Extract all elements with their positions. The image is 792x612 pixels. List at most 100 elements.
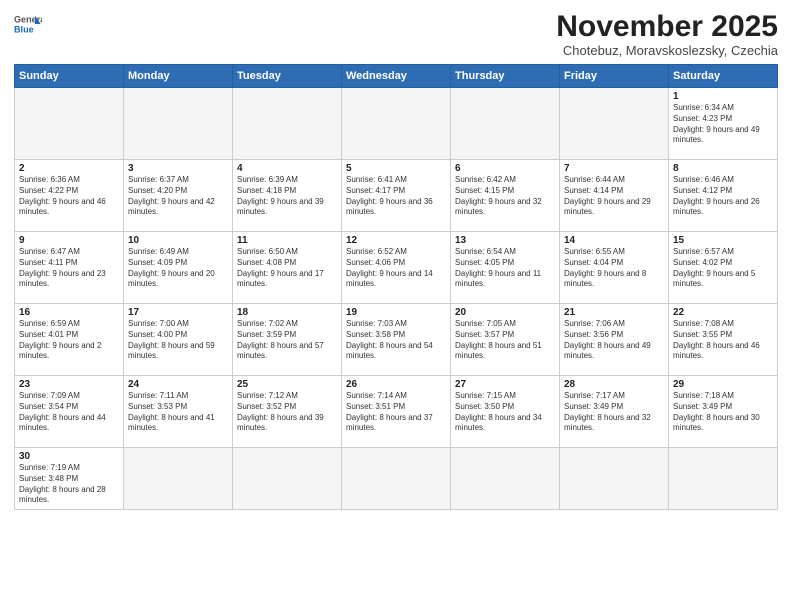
day-info: Sunrise: 6:46 AM Sunset: 4:12 PM Dayligh…	[673, 175, 773, 218]
title-block: November 2025 Chotebuz, Moravskoslezsky,…	[556, 10, 778, 58]
table-row: 17Sunrise: 7:00 AM Sunset: 4:00 PM Dayli…	[124, 304, 233, 376]
table-row: 18Sunrise: 7:02 AM Sunset: 3:59 PM Dayli…	[233, 304, 342, 376]
day-number: 10	[128, 235, 228, 246]
day-number: 23	[19, 379, 119, 390]
day-number: 12	[346, 235, 446, 246]
day-number: 9	[19, 235, 119, 246]
table-row	[560, 88, 669, 160]
calendar-header: Sunday Monday Tuesday Wednesday Thursday…	[15, 65, 778, 88]
day-info: Sunrise: 6:36 AM Sunset: 4:22 PM Dayligh…	[19, 175, 119, 218]
table-row: 28Sunrise: 7:17 AM Sunset: 3:49 PM Dayli…	[560, 376, 669, 448]
col-friday: Friday	[560, 65, 669, 88]
day-info: Sunrise: 7:03 AM Sunset: 3:58 PM Dayligh…	[346, 319, 446, 362]
table-row	[124, 448, 233, 510]
table-row: 27Sunrise: 7:15 AM Sunset: 3:50 PM Dayli…	[451, 376, 560, 448]
table-row	[669, 448, 778, 510]
day-number: 25	[237, 379, 337, 390]
table-row: 26Sunrise: 7:14 AM Sunset: 3:51 PM Dayli…	[342, 376, 451, 448]
day-info: Sunrise: 6:44 AM Sunset: 4:14 PM Dayligh…	[564, 175, 664, 218]
table-row: 23Sunrise: 7:09 AM Sunset: 3:54 PM Dayli…	[15, 376, 124, 448]
svg-text:Blue: Blue	[14, 24, 34, 34]
day-info: Sunrise: 6:39 AM Sunset: 4:18 PM Dayligh…	[237, 175, 337, 218]
table-row: 29Sunrise: 7:18 AM Sunset: 3:49 PM Dayli…	[669, 376, 778, 448]
table-row: 4Sunrise: 6:39 AM Sunset: 4:18 PM Daylig…	[233, 160, 342, 232]
day-number: 29	[673, 379, 773, 390]
month-title: November 2025	[556, 10, 778, 43]
day-info: Sunrise: 6:54 AM Sunset: 4:05 PM Dayligh…	[455, 247, 555, 290]
table-row: 21Sunrise: 7:06 AM Sunset: 3:56 PM Dayli…	[560, 304, 669, 376]
day-number: 15	[673, 235, 773, 246]
table-row	[451, 448, 560, 510]
page: General Blue November 2025 Chotebuz, Mor…	[0, 0, 792, 612]
day-info: Sunrise: 6:37 AM Sunset: 4:20 PM Dayligh…	[128, 175, 228, 218]
day-info: Sunrise: 6:47 AM Sunset: 4:11 PM Dayligh…	[19, 247, 119, 290]
day-info: Sunrise: 6:34 AM Sunset: 4:23 PM Dayligh…	[673, 103, 773, 146]
table-row: 30Sunrise: 7:19 AM Sunset: 3:48 PM Dayli…	[15, 448, 124, 510]
table-row: 22Sunrise: 7:08 AM Sunset: 3:55 PM Dayli…	[669, 304, 778, 376]
day-info: Sunrise: 7:19 AM Sunset: 3:48 PM Dayligh…	[19, 463, 119, 506]
table-row: 16Sunrise: 6:59 AM Sunset: 4:01 PM Dayli…	[15, 304, 124, 376]
table-row: 3Sunrise: 6:37 AM Sunset: 4:20 PM Daylig…	[124, 160, 233, 232]
day-info: Sunrise: 7:18 AM Sunset: 3:49 PM Dayligh…	[673, 391, 773, 434]
day-info: Sunrise: 6:55 AM Sunset: 4:04 PM Dayligh…	[564, 247, 664, 290]
day-number: 26	[346, 379, 446, 390]
day-number: 24	[128, 379, 228, 390]
day-number: 19	[346, 307, 446, 318]
day-info: Sunrise: 6:49 AM Sunset: 4:09 PM Dayligh…	[128, 247, 228, 290]
day-info: Sunrise: 7:11 AM Sunset: 3:53 PM Dayligh…	[128, 391, 228, 434]
table-row: 20Sunrise: 7:05 AM Sunset: 3:57 PM Dayli…	[451, 304, 560, 376]
day-info: Sunrise: 7:12 AM Sunset: 3:52 PM Dayligh…	[237, 391, 337, 434]
table-row: 1Sunrise: 6:34 AM Sunset: 4:23 PM Daylig…	[669, 88, 778, 160]
table-row: 6Sunrise: 6:42 AM Sunset: 4:15 PM Daylig…	[451, 160, 560, 232]
col-wednesday: Wednesday	[342, 65, 451, 88]
logo: General Blue	[14, 10, 42, 38]
table-row: 15Sunrise: 6:57 AM Sunset: 4:02 PM Dayli…	[669, 232, 778, 304]
day-number: 21	[564, 307, 664, 318]
table-row: 13Sunrise: 6:54 AM Sunset: 4:05 PM Dayli…	[451, 232, 560, 304]
day-number: 30	[19, 451, 119, 462]
day-number: 2	[19, 163, 119, 174]
day-number: 16	[19, 307, 119, 318]
table-row: 2Sunrise: 6:36 AM Sunset: 4:22 PM Daylig…	[15, 160, 124, 232]
calendar-week-row: 2Sunrise: 6:36 AM Sunset: 4:22 PM Daylig…	[15, 160, 778, 232]
day-number: 20	[455, 307, 555, 318]
day-number: 28	[564, 379, 664, 390]
table-row: 11Sunrise: 6:50 AM Sunset: 4:08 PM Dayli…	[233, 232, 342, 304]
table-row: 19Sunrise: 7:03 AM Sunset: 3:58 PM Dayli…	[342, 304, 451, 376]
col-saturday: Saturday	[669, 65, 778, 88]
day-info: Sunrise: 6:52 AM Sunset: 4:06 PM Dayligh…	[346, 247, 446, 290]
day-info: Sunrise: 7:17 AM Sunset: 3:49 PM Dayligh…	[564, 391, 664, 434]
day-info: Sunrise: 7:05 AM Sunset: 3:57 PM Dayligh…	[455, 319, 555, 362]
table-row: 14Sunrise: 6:55 AM Sunset: 4:04 PM Dayli…	[560, 232, 669, 304]
day-info: Sunrise: 6:57 AM Sunset: 4:02 PM Dayligh…	[673, 247, 773, 290]
table-row	[451, 88, 560, 160]
table-row	[124, 88, 233, 160]
day-header-row: Sunday Monday Tuesday Wednesday Thursday…	[15, 65, 778, 88]
day-info: Sunrise: 6:50 AM Sunset: 4:08 PM Dayligh…	[237, 247, 337, 290]
calendar-week-row: 16Sunrise: 6:59 AM Sunset: 4:01 PM Dayli…	[15, 304, 778, 376]
day-number: 5	[346, 163, 446, 174]
table-row	[233, 448, 342, 510]
generalblue-logo-icon: General Blue	[14, 10, 42, 38]
day-info: Sunrise: 6:42 AM Sunset: 4:15 PM Dayligh…	[455, 175, 555, 218]
header: General Blue November 2025 Chotebuz, Mor…	[14, 10, 778, 58]
day-number: 17	[128, 307, 228, 318]
day-info: Sunrise: 7:09 AM Sunset: 3:54 PM Dayligh…	[19, 391, 119, 434]
day-info: Sunrise: 7:06 AM Sunset: 3:56 PM Dayligh…	[564, 319, 664, 362]
calendar-week-row: 23Sunrise: 7:09 AM Sunset: 3:54 PM Dayli…	[15, 376, 778, 448]
day-number: 22	[673, 307, 773, 318]
table-row: 8Sunrise: 6:46 AM Sunset: 4:12 PM Daylig…	[669, 160, 778, 232]
day-info: Sunrise: 6:41 AM Sunset: 4:17 PM Dayligh…	[346, 175, 446, 218]
day-number: 8	[673, 163, 773, 174]
table-row: 10Sunrise: 6:49 AM Sunset: 4:09 PM Dayli…	[124, 232, 233, 304]
table-row	[15, 88, 124, 160]
calendar-week-row: 30Sunrise: 7:19 AM Sunset: 3:48 PM Dayli…	[15, 448, 778, 510]
day-info: Sunrise: 6:59 AM Sunset: 4:01 PM Dayligh…	[19, 319, 119, 362]
table-row: 24Sunrise: 7:11 AM Sunset: 3:53 PM Dayli…	[124, 376, 233, 448]
calendar: Sunday Monday Tuesday Wednesday Thursday…	[14, 64, 778, 510]
table-row: 12Sunrise: 6:52 AM Sunset: 4:06 PM Dayli…	[342, 232, 451, 304]
calendar-week-row: 1Sunrise: 6:34 AM Sunset: 4:23 PM Daylig…	[15, 88, 778, 160]
day-info: Sunrise: 7:08 AM Sunset: 3:55 PM Dayligh…	[673, 319, 773, 362]
col-monday: Monday	[124, 65, 233, 88]
table-row: 25Sunrise: 7:12 AM Sunset: 3:52 PM Dayli…	[233, 376, 342, 448]
